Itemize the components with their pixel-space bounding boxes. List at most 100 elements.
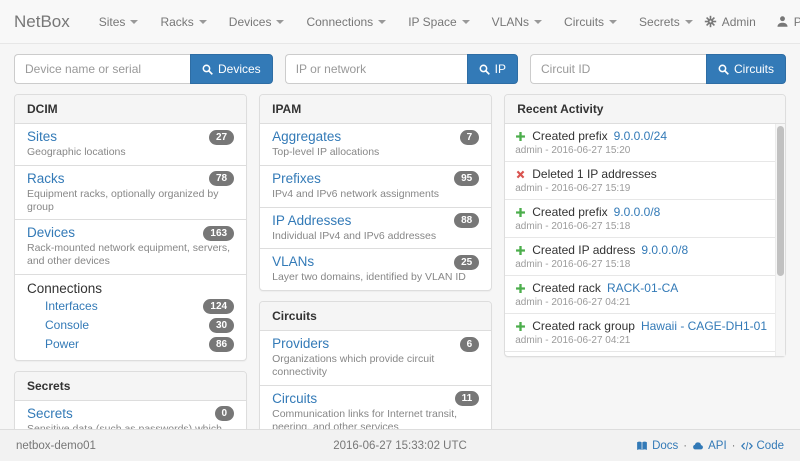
admin-button[interactable]: Admin — [704, 15, 756, 29]
circuit-search-button[interactable]: Circuits — [706, 54, 786, 84]
footer-links: Docs API Code — [636, 440, 784, 452]
device-search-input[interactable] — [14, 54, 190, 84]
activity-item: Created prefix9.0.0.0/24admin - 2016-06-… — [505, 124, 785, 162]
list-item: Secrets0Sensitive data (such as password… — [15, 401, 246, 429]
secrets-link-secrets[interactable]: Secrets — [27, 406, 73, 422]
circuits-link-circuits[interactable]: Circuits — [272, 391, 317, 407]
count-badge: 86 — [209, 337, 234, 352]
nav-item-ip-space[interactable]: IP Space — [397, 0, 480, 44]
chevron-down-icon — [130, 20, 138, 24]
nav-item-label: Connections — [306, 15, 373, 29]
item-description: Rack-mounted network equipment, servers,… — [27, 242, 234, 268]
ipam-link-aggregates[interactable]: Aggregates — [272, 129, 341, 145]
book-icon — [636, 440, 648, 452]
column-activity: Recent Activity Created prefix 9.0.0.0/24… — [504, 94, 786, 357]
count-badge: 88 — [454, 213, 479, 228]
ipam-link-prefixes[interactable]: Prefixes — [272, 171, 321, 187]
activity-text: Created rack — [532, 281, 601, 295]
nav-item-circuits[interactable]: Circuits — [553, 0, 628, 44]
count-badge: 0 — [215, 406, 235, 421]
ip-search-button[interactable]: IP — [467, 54, 518, 84]
dcim-link-devices[interactable]: Devices — [27, 225, 75, 241]
connections-row: Power 86 — [27, 335, 234, 354]
activity-object-link[interactable]: RACK-01-CA — [607, 281, 678, 295]
item-description: Equipment racks, optionally organized by… — [27, 188, 234, 214]
nav-item-devices[interactable]: Devices — [218, 0, 296, 44]
list-item: Sites27Geographic locations — [15, 124, 246, 166]
footer: netbox-demo01 2016-06-27 15:33:02 UTC Do… — [0, 429, 800, 461]
activity-object-link[interactable]: 9.0.0.0/8 — [614, 205, 661, 219]
panel-secrets: Secrets Secrets0Sensitive data (such as … — [14, 371, 247, 429]
code-link[interactable]: Code — [741, 440, 785, 452]
panel-activity-title: Recent Activity — [505, 95, 785, 124]
connections-link-console[interactable]: Console — [45, 318, 89, 332]
activity-item: Modified device typeDell PowerEdge R630 — [505, 352, 785, 356]
nav-item-connections[interactable]: Connections — [295, 0, 397, 44]
connections-link-power[interactable]: Power — [45, 337, 79, 351]
count-badge: 30 — [209, 318, 234, 333]
activity-item: Deleted 1 IP addressesadmin - 2016-06-27… — [505, 162, 785, 200]
chevron-down-icon — [685, 20, 693, 24]
activity-text: Deleted 1 IP addresses — [532, 167, 657, 181]
nav-item-vlans[interactable]: VLANs — [481, 0, 553, 44]
activity-object-link[interactable]: 9.0.0.0/24 — [614, 129, 667, 143]
profile-button[interactable]: Profile — [776, 15, 800, 29]
app-logo[interactable]: NetBox — [14, 12, 70, 32]
docs-link[interactable]: Docs — [636, 440, 678, 452]
list-item: Aggregates7Top-level IP allocations — [260, 124, 491, 166]
list-item: Prefixes95IPv4 and IPv6 network assignme… — [260, 166, 491, 208]
docs-label: Docs — [652, 440, 678, 452]
dcim-link-racks[interactable]: Racks — [27, 171, 65, 187]
dcim-connections-group: ConnectionsInterfaces124Console30Power86 — [15, 275, 246, 360]
nav-item-racks[interactable]: Racks — [149, 0, 217, 44]
navbar: NetBox SitesRacksDevices Connections IP Sp… — [0, 0, 800, 44]
circuits-list: Providers6Organizations which provide ci… — [260, 331, 491, 429]
chevron-down-icon — [199, 20, 207, 24]
panel-secrets-title: Secrets — [15, 372, 246, 401]
activity-item: Created prefix9.0.0.0/8admin - 2016-06-2… — [505, 200, 785, 238]
activity-text: Created IP address — [532, 243, 635, 257]
nav-item-secrets[interactable]: Secrets — [628, 0, 704, 44]
ip-search-group: IP — [285, 54, 518, 84]
column-dcim: DCIM Sites27Geographic locationsRacks78E… — [14, 94, 247, 429]
count-badge: 6 — [460, 337, 480, 352]
chevron-down-icon — [378, 20, 386, 24]
panel-ipam-title: IPAM — [260, 95, 491, 124]
code-label: Code — [757, 440, 785, 452]
activity-item: Created rack groupHawaii - CAGE-DH1-01ad… — [505, 314, 785, 352]
chevron-down-icon — [462, 20, 470, 24]
chevron-down-icon — [276, 20, 284, 24]
panel-ipam: IPAM Aggregates7Top-level IP allocations… — [259, 94, 492, 291]
list-item: IP Addresses88Individual IPv4 and IPv6 a… — [260, 208, 491, 250]
activity-text: Created prefix — [532, 129, 607, 143]
search-icon — [202, 64, 213, 75]
device-search-button[interactable]: Devices — [190, 54, 273, 84]
quick-search-row: Devices IP Circuits — [0, 44, 800, 84]
ipam-link-ip-addresses[interactable]: IP Addresses — [272, 213, 351, 229]
activity-text: Created prefix — [532, 205, 607, 219]
dcim-link-sites[interactable]: Sites — [27, 129, 57, 145]
count-badge: 95 — [454, 171, 479, 186]
scrollbar-thumb[interactable] — [777, 126, 784, 276]
api-link[interactable]: API — [692, 440, 727, 452]
user-icon — [776, 15, 789, 28]
nav-item-sites[interactable]: Sites — [88, 0, 150, 44]
secrets-list: Secrets0Sensitive data (such as password… — [15, 401, 246, 429]
panel-dcim: DCIM Sites27Geographic locationsRacks78E… — [14, 94, 247, 361]
panel-recent-activity: Recent Activity Created prefix 9.0.0.0/24… — [504, 94, 786, 357]
activity-object-link[interactable]: Hawaii - CAGE-DH1-01 — [641, 319, 767, 333]
column-ipam: IPAM Aggregates7Top-level IP allocations… — [259, 94, 492, 429]
activity-object-link[interactable]: 9.0.0.0/8 — [641, 243, 688, 257]
nav-item-label: Secrets — [639, 15, 680, 29]
user-menu: Admin Profile Log out — [704, 15, 800, 29]
item-description: Geographic locations — [27, 146, 234, 159]
plus-icon — [515, 245, 526, 256]
plus-icon — [515, 131, 526, 142]
panel-dcim-title: DCIM — [15, 95, 246, 124]
connections-link-interfaces[interactable]: Interfaces — [45, 299, 98, 313]
ipam-link-vlans[interactable]: VLANs — [272, 254, 314, 270]
ip-search-input[interactable] — [285, 54, 467, 84]
circuit-search-input[interactable] — [530, 54, 706, 84]
circuits-link-providers[interactable]: Providers — [272, 336, 329, 352]
search-icon — [718, 64, 729, 75]
